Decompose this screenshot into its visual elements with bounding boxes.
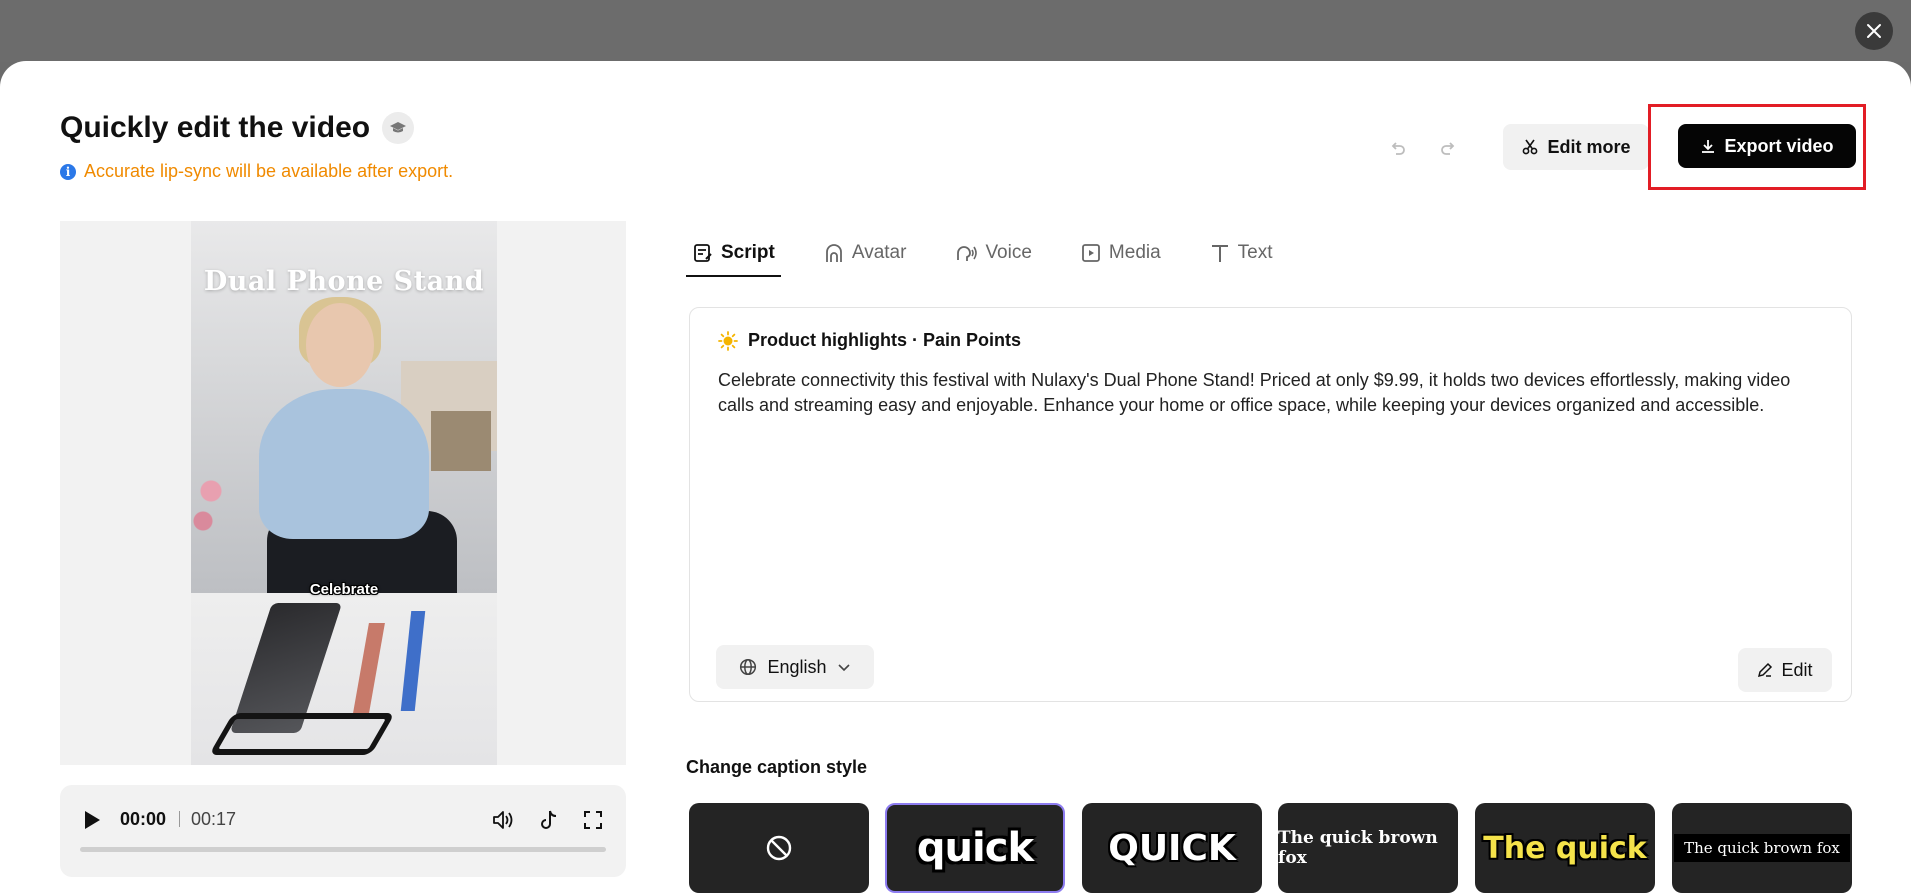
download-icon <box>1702 140 1715 153</box>
tab-text[interactable]: Text <box>1203 231 1279 275</box>
media-icon <box>1082 244 1100 262</box>
time-separator <box>179 811 180 827</box>
tiktok-icon <box>541 810 557 829</box>
caption-style-list: quick QUICK The quick brown fox The quic… <box>689 803 1852 893</box>
tab-avatar-label: Avatar <box>851 242 907 263</box>
undo-button[interactable] <box>1383 134 1411 162</box>
video-title-overlay: Dual Phone Stand <box>203 266 485 297</box>
script-panel: Product highlights · Pain Points Celebra… <box>689 307 1852 702</box>
fullscreen-icon <box>584 811 602 829</box>
current-time: 00:00 <box>120 809 167 829</box>
tab-avatar[interactable]: Avatar <box>817 231 913 275</box>
volume-button[interactable] <box>490 807 516 833</box>
presenter-scene: Dual Phone Stand <box>191 221 497 593</box>
volume-icon <box>493 811 513 829</box>
background-overlay <box>0 0 1911 62</box>
language-value: English <box>767 656 827 677</box>
scissors-icon <box>1523 139 1538 155</box>
play-icon <box>85 811 100 829</box>
redo-icon <box>1441 142 1455 155</box>
voice-icon <box>957 246 978 261</box>
edit-script-label: Edit <box>1781 659 1813 680</box>
caption-style-quick-caps[interactable]: QUICK <box>1082 803 1262 893</box>
undo-icon <box>1391 142 1405 155</box>
caption-sample: The quick brown fox <box>1278 828 1438 868</box>
caption-style-yellow[interactable]: The quick <box>1475 803 1655 893</box>
caption-sample: QUICK <box>1108 827 1236 869</box>
caption-sample: The quick brown fox <box>1674 834 1850 862</box>
video-caption-overlay: Celebrate <box>309 581 379 598</box>
tab-script[interactable]: Script <box>686 231 781 277</box>
tab-voice-label: Voice <box>985 242 1032 263</box>
video-progress-bar[interactable] <box>80 847 606 852</box>
edit-script-button[interactable]: Edit <box>1738 648 1832 692</box>
caption-style-heading: Change caption style <box>686 757 868 777</box>
globe-icon <box>740 658 757 676</box>
tab-media-label: Media <box>1108 242 1161 263</box>
video-frame: Dual Phone Stand Celebrate <box>191 221 497 765</box>
redo-button[interactable] <box>1435 134 1463 162</box>
quick-edit-modal: Quickly edit the video i Accurate lip-sy… <box>0 61 1911 896</box>
info-icon: i <box>60 163 76 180</box>
editor-tabs: Script Avatar Voice Media Text <box>686 231 1315 279</box>
caption-sample: quick <box>916 825 1034 871</box>
caption-style-serif[interactable]: The quick brown fox <box>1278 803 1458 893</box>
close-icon <box>1867 24 1881 38</box>
export-video-label: Export video <box>1724 135 1834 156</box>
caption-style-none[interactable] <box>689 803 869 893</box>
tab-media[interactable]: Media <box>1074 231 1167 275</box>
no-caption-icon <box>766 835 792 861</box>
caption-sample: The quick <box>1483 830 1647 866</box>
chevron-down-icon <box>837 664 850 672</box>
close-modal-button[interactable] <box>1855 12 1893 50</box>
edit-more-button[interactable]: Edit more <box>1503 124 1649 170</box>
tiktok-preview-button[interactable] <box>536 807 562 833</box>
script-icon <box>694 244 712 262</box>
tab-script-label: Script <box>721 242 775 263</box>
tab-voice[interactable]: Voice <box>948 231 1037 275</box>
text-icon <box>1211 245 1228 262</box>
pencil-icon <box>1758 662 1773 678</box>
total-time: 00:17 <box>191 809 237 829</box>
caption-style-quick-bold[interactable]: quick <box>885 803 1065 893</box>
modal-title: Quickly edit the video <box>60 111 415 145</box>
language-select[interactable]: English <box>716 645 874 689</box>
video-player-controls: 00:00 00:17 <box>60 785 626 877</box>
edit-more-label: Edit more <box>1547 136 1631 157</box>
script-heading-text: Product highlights · Pain Points <box>748 330 1021 350</box>
play-button[interactable] <box>80 807 104 833</box>
avatar-icon <box>825 244 842 262</box>
fullscreen-button[interactable] <box>580 807 606 833</box>
sun-icon <box>718 330 738 351</box>
modal-title-text: Quickly edit the video <box>60 111 371 144</box>
lip-sync-notice: i Accurate lip-sync will be available af… <box>60 161 453 182</box>
lip-sync-notice-text: Accurate lip-sync will be available afte… <box>84 161 454 181</box>
video-preview[interactable]: Dual Phone Stand Celebrate <box>60 221 626 765</box>
caption-style-boxed[interactable]: The quick brown fox <box>1672 803 1852 893</box>
script-text[interactable]: Celebrate connectivity this festival wit… <box>718 368 1818 418</box>
background-flowers <box>191 461 231 541</box>
tutorial-cap-icon[interactable] <box>382 112 415 144</box>
script-heading: Product highlights · Pain Points <box>718 330 1021 351</box>
product-scene <box>191 593 497 765</box>
presenter-avatar <box>231 297 471 593</box>
export-video-button[interactable]: Export video <box>1678 124 1856 168</box>
tab-text-label: Text <box>1237 242 1273 263</box>
